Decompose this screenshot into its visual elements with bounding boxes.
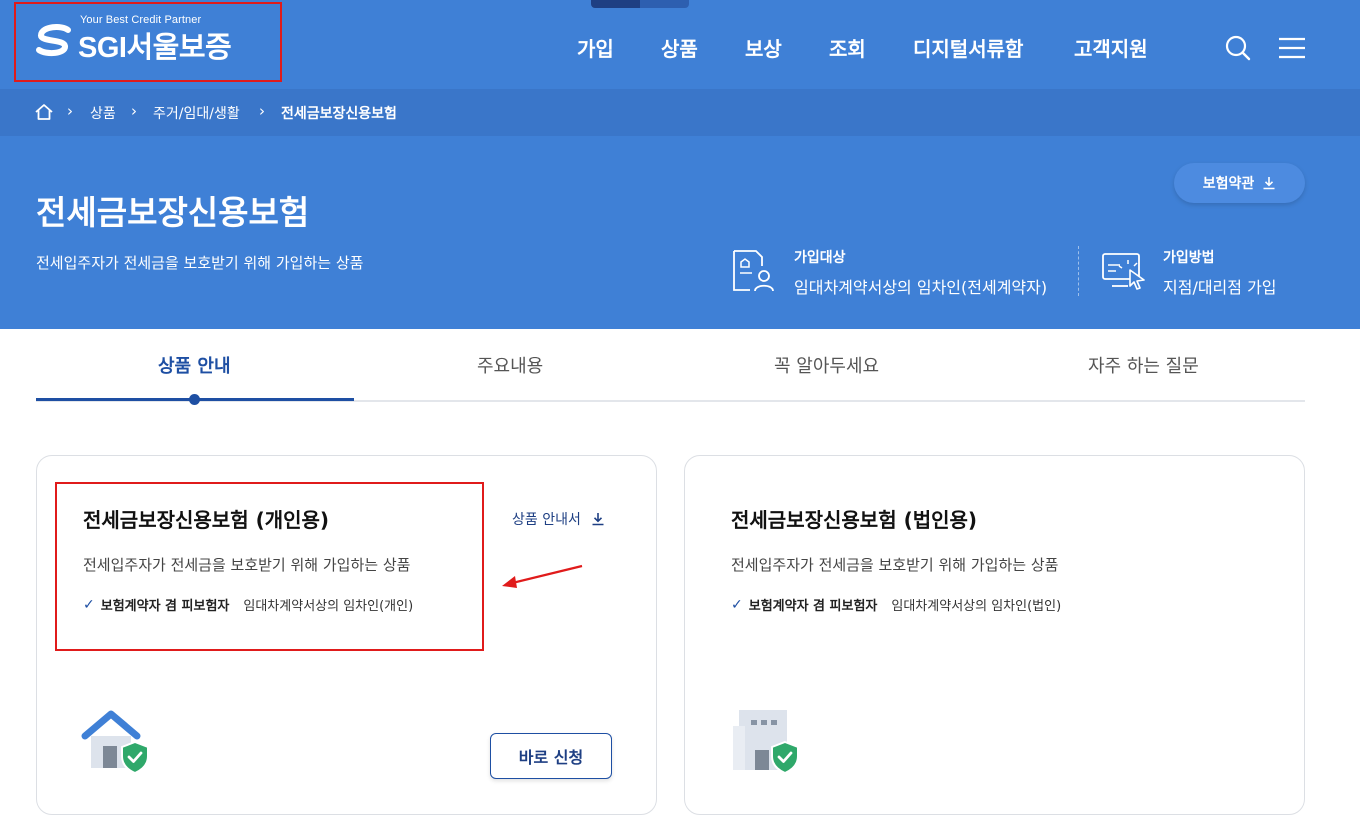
breadcrumb: › 상품 › 주거/임대/생활 › 전세금보장신용보험	[0, 89, 1360, 136]
check-value: 임대차계약서상의 임차인(법인)	[891, 599, 1062, 614]
nav-item-inquiry[interactable]: 조회	[829, 33, 866, 62]
nav-item-support[interactable]: 고객지원	[1074, 33, 1148, 62]
language-toggle[interactable]	[591, 0, 689, 8]
check-icon: ✓	[731, 596, 743, 613]
active-tab-dot	[189, 394, 200, 405]
info-value-method: 지점/대리점 가입	[1163, 278, 1277, 297]
annotation-arrow-icon	[502, 564, 583, 588]
house-shield-icon	[81, 710, 149, 775]
chevron-right-icon: ›	[259, 102, 265, 120]
product-card-corporate: 전세금보장신용보험 (법인용) 전세입주자가 전세금을 보호받기 위해 가입하는…	[684, 455, 1305, 815]
nav-item-claims[interactable]: 보상	[745, 33, 782, 62]
document-person-icon	[733, 250, 774, 292]
hamburger-menu-icon[interactable]	[1278, 36, 1306, 60]
tab-notice[interactable]: 꼭 알아두세요	[774, 352, 879, 378]
terms-button-label: 보험약관	[1202, 176, 1255, 192]
building-shield-icon	[733, 710, 799, 775]
info-divider	[1078, 246, 1079, 296]
terms-download-button[interactable]: 보험약관	[1174, 163, 1305, 203]
search-icon[interactable]	[1224, 34, 1252, 62]
card-title: 전세금보장신용보험 (법인용)	[731, 508, 978, 532]
chevron-right-icon: ›	[131, 102, 137, 120]
download-icon	[592, 513, 604, 526]
check-label: 보험계약자 겸 피보험자	[748, 599, 878, 614]
lang-option-2[interactable]	[640, 0, 689, 8]
tab-faq[interactable]: 자주 하는 질문	[1088, 352, 1199, 378]
annotation-box-card	[55, 482, 484, 651]
breadcrumb-item-current: 전세금보장신용보험	[281, 106, 397, 122]
card-description: 전세입주자가 전세금을 보호받기 위해 가입하는 상품	[731, 556, 1059, 574]
chevron-right-icon: ›	[67, 102, 73, 120]
info-label-target: 가입대상	[794, 250, 846, 266]
info-value-target: 임대차계약서상의 임차인(전세계약자)	[794, 278, 1048, 297]
apply-now-button[interactable]: 바로 신청	[490, 733, 612, 779]
lang-option-1[interactable]	[591, 0, 640, 8]
nav-item-digital-docs[interactable]: 디지털서류함	[913, 33, 1023, 62]
card-check-item: ✓ 보험계약자 겸 피보험자 임대차계약서상의 임차인(법인)	[731, 595, 1062, 615]
nav-item-join[interactable]: 가입	[577, 33, 614, 62]
info-label-method: 가입방법	[1163, 250, 1215, 266]
page-title: 전세금보장신용보험	[36, 193, 310, 232]
tab-bar: 상품 안내 주요내용 꼭 알아두세요 자주 하는 질문	[36, 340, 1305, 405]
nav-item-products[interactable]: 상품	[661, 33, 698, 62]
breadcrumb-item-products[interactable]: 상품	[90, 103, 116, 123]
monitor-click-icon	[1102, 253, 1145, 290]
breadcrumb-item-category[interactable]: 주거/임대/생활	[153, 103, 240, 123]
tab-main-content[interactable]: 주요내용	[477, 352, 543, 378]
annotation-box-logo	[14, 2, 282, 82]
guide-link-label: 상품 안내서	[512, 512, 581, 528]
tab-product-guide[interactable]: 상품 안내	[158, 352, 231, 378]
product-guide-download-link[interactable]: 상품 안내서	[512, 509, 605, 529]
download-icon	[1263, 177, 1275, 190]
home-icon[interactable]	[34, 103, 54, 121]
page-subtitle: 전세입주자가 전세금을 보호받기 위해 가입하는 상품	[36, 254, 364, 272]
